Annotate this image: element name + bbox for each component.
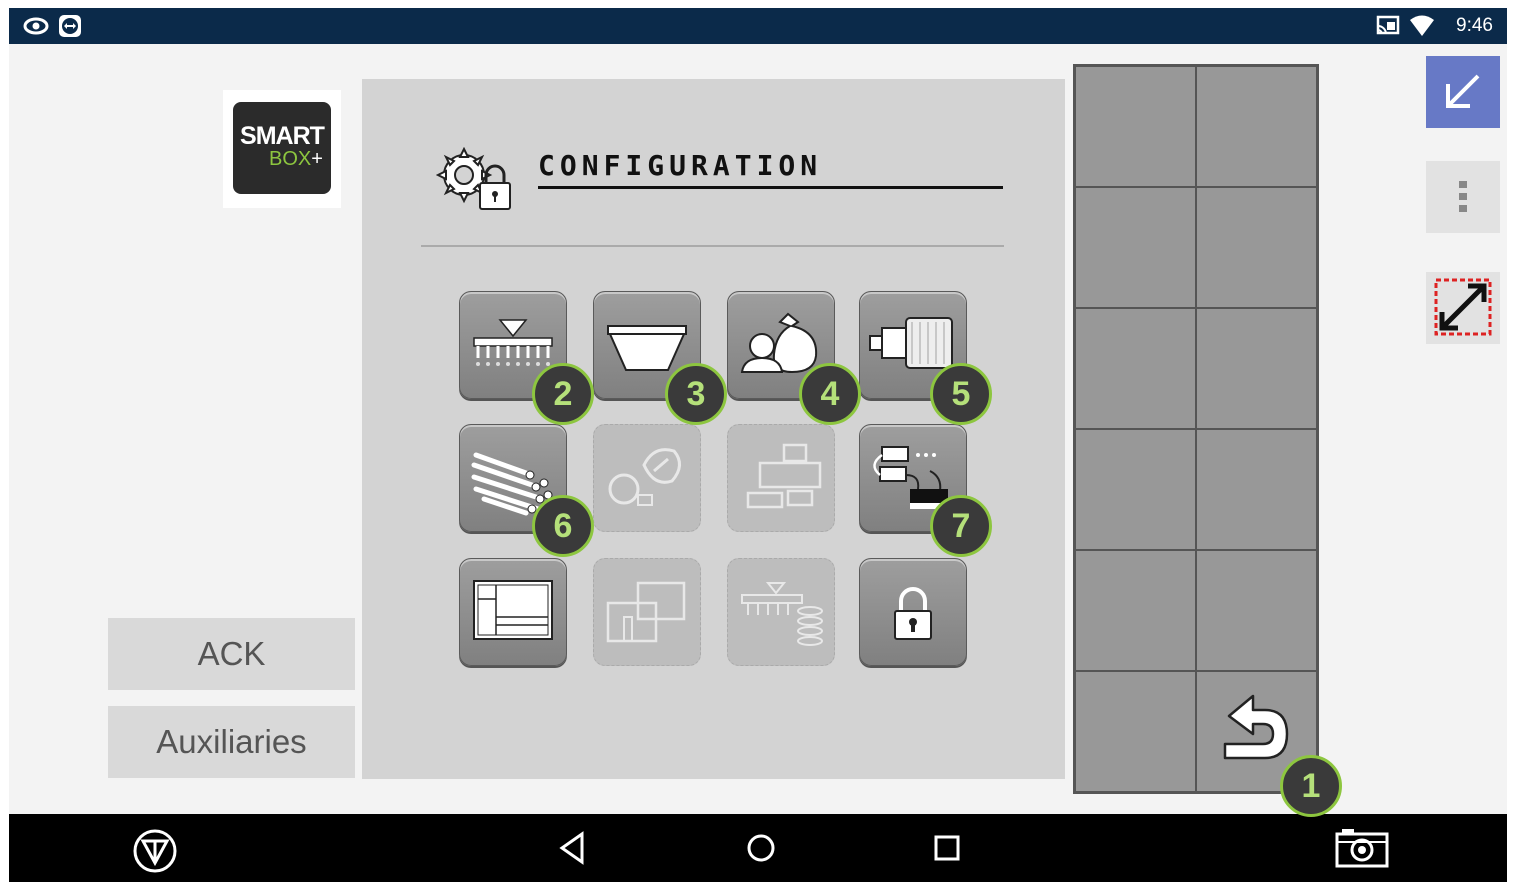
logo-line1: SMART [240,122,325,150]
page-title: CONFIGURATION [538,149,823,182]
clock: 9:46 [1456,15,1493,36]
calibration-disabled-icon [608,448,681,506]
logo-line2: BOX+ [269,148,323,171]
screenshot-icon[interactable] [1334,826,1390,874]
callout-badge-6: 6 [532,495,594,557]
softkey-11[interactable] [1076,672,1195,791]
resize-icon [1434,278,1492,336]
recents-icon[interactable] [927,828,967,872]
logo-plus: + [311,148,323,170]
cast-icon [1375,14,1401,42]
callout-badge-1: 1 [1280,755,1342,817]
drill-sections-tile [727,558,835,666]
softkey-6[interactable] [1197,309,1316,428]
configuration-panel: CONFIGURATION 2 3 4 5 6 7 [362,79,1065,779]
logo-tile: SMART BOX+ [233,102,331,194]
minimize-button[interactable] [1426,56,1500,128]
resize-button[interactable] [1426,272,1500,344]
display-layout-icon [473,580,553,640]
softkey-9[interactable] [1076,551,1195,670]
callout-badge-4: 4 [799,363,861,425]
minimize-icon [1446,74,1480,108]
auxiliaries-button[interactable]: Auxiliaries [108,706,355,778]
drill-sections-disabled-icon [741,582,823,646]
lock-icon [894,587,932,640]
eye-icon [23,14,49,42]
softkey-2[interactable] [1197,67,1316,186]
multi-screen-disabled-icon [606,581,686,643]
smartbox-logo: SMART BOX+ [223,90,341,208]
isobus-icon[interactable] [132,828,178,878]
home-icon[interactable] [741,828,781,872]
callout-badge-5: 5 [930,363,992,425]
calibration-tile [593,424,701,532]
title-underline [538,186,1003,189]
back-icon[interactable] [554,828,590,872]
callout-badge-7: 7 [930,495,992,557]
multi-screen-tile [593,558,701,666]
callout-badge-2: 2 [532,363,594,425]
wifi-icon [1409,14,1435,42]
display-layout-tile[interactable] [459,558,567,666]
callout-badge-3: 3 [665,363,727,425]
machine-layout-disabled-icon [746,443,822,509]
softkey-grid [1073,64,1319,794]
softkey-8[interactable] [1197,430,1316,549]
softkey-5[interactable] [1076,309,1195,428]
lock-tile[interactable] [859,558,967,666]
ack-button[interactable]: ACK [108,618,355,690]
machine-layout-tile [727,424,835,532]
softkey-4[interactable] [1197,188,1316,307]
teamviewer-icon [58,14,82,42]
config-gear-lock-icon [435,146,516,217]
status-bar: 9:46 [9,8,1507,44]
more-vert-icon [1459,181,1467,212]
divider [421,245,1004,247]
softkey-10[interactable] [1197,551,1316,670]
logo-box-text: BOX [269,148,312,170]
screen: 9:46 SMART BOX+ ACK Auxiliaries CONFIGUR… [9,8,1507,882]
softkey-3[interactable] [1076,188,1195,307]
more-options-button[interactable] [1426,161,1500,233]
softkey-7[interactable] [1076,430,1195,549]
nav-bar [9,814,1507,882]
softkey-1[interactable] [1076,67,1195,186]
